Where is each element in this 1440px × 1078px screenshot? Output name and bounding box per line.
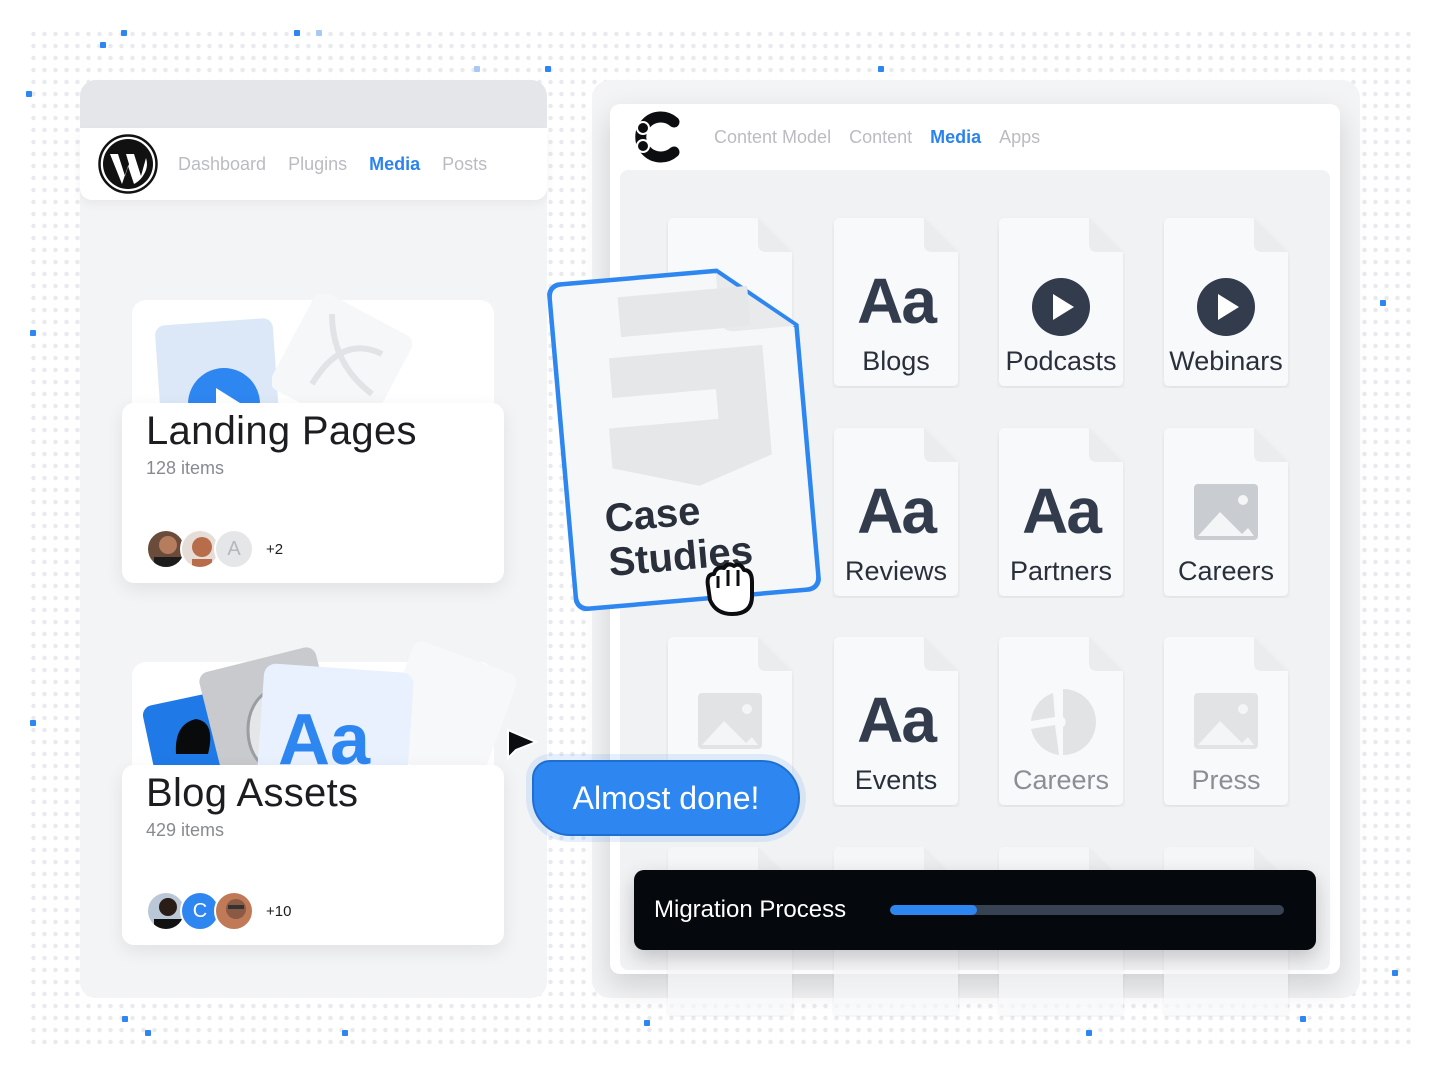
media-tile[interactable]: Webinars [1162,216,1290,388]
text-icon: Aa [857,265,937,337]
media-tile-label: Press [1191,765,1261,795]
image-icon [1194,484,1258,540]
migration-progress-bar [890,905,1284,915]
wordpress-titlebar [80,80,547,128]
folder-item-count: 429 items [146,820,225,840]
more-collaborators-count: +10 [266,902,292,920]
nav-media[interactable]: Media [369,154,420,175]
dragged-card-case-studies[interactable]: Case Studies [546,262,822,612]
media-tile-label: Partners [1009,556,1113,586]
nav-apps[interactable]: Apps [999,127,1040,148]
folder-preview-files: Aa [142,641,516,769]
nav-content-model[interactable]: Content Model [714,127,831,148]
nav-posts[interactable]: Posts [442,154,487,175]
grab-hand-cursor-icon [705,562,754,616]
media-tile[interactable]: Careers [1162,426,1290,598]
pdf-file-icon [272,294,412,404]
media-tile[interactable]: Aa Events [832,635,960,807]
media-tile-label: Events [854,765,938,795]
blog-card-glyph: Aa [278,700,371,769]
media-tile[interactable]: Podcasts [997,216,1125,388]
folder-front: Landing Pages 128 items A +2 [122,403,504,583]
folder-landing-pages[interactable]: Landing Pages 128 items A +2 [122,294,504,585]
nav-dashboard[interactable]: Dashboard [178,154,266,175]
media-tile[interactable]: Aa Partners [997,426,1125,598]
image-icon [1194,693,1258,749]
folder-front: Blog Assets 429 items C +10 [122,765,504,945]
folder-title: Landing Pages [146,409,417,453]
avatar [214,891,254,931]
wordpress-logo-icon [98,134,158,194]
media-tile[interactable]: Aa Reviews [832,426,960,598]
play-icon [1032,278,1090,336]
status-toast-text: Almost done! [572,779,760,816]
migration-progress-fill [890,905,977,915]
folder-title: Blog Assets [146,771,359,815]
wordpress-navbar: Dashboard Plugins Media Posts [80,128,547,200]
contentful-logo-icon [635,111,680,163]
more-collaborators-count: +2 [266,540,284,558]
media-tile-label: Webinars [1169,346,1283,376]
nav-media[interactable]: Media [930,127,981,148]
media-tile-label: Reviews [844,556,948,586]
media-tile-label: Blogs [862,346,930,376]
avatar: A [214,529,254,569]
status-toast: Almost done! [532,760,800,836]
text-icon: Aa [857,684,937,756]
migration-progress-panel: Migration Process [634,870,1316,950]
folder-item-count: 128 items [146,458,225,478]
text-icon: Aa [857,475,937,547]
collaborator-avatars: C +10 [146,891,291,931]
folder-blog-assets[interactable]: Aa Blog Assets 429 items C +10 [122,641,516,947]
media-tile[interactable]: Press [1162,635,1290,807]
media-tile-label: Careers [1012,765,1110,795]
media-tile[interactable]: Aa Blogs [832,216,960,388]
collaborator-avatars: A +2 [146,529,283,569]
image-icon [698,693,762,749]
media-tile-label: Podcasts [1005,346,1117,376]
pointer-cursor-icon [507,728,538,761]
media-tile-label: Careers [1177,556,1275,586]
pie-icon [1031,689,1096,755]
media-tile[interactable]: Careers [997,635,1125,807]
nav-content[interactable]: Content [849,127,912,148]
nav-plugins[interactable]: Plugins [288,154,347,175]
text-icon: Aa [1022,475,1102,547]
play-icon [1197,278,1255,336]
contentful-navbar: Content Model Content Media Apps [610,104,1340,170]
migration-label: Migration Process [654,896,847,923]
